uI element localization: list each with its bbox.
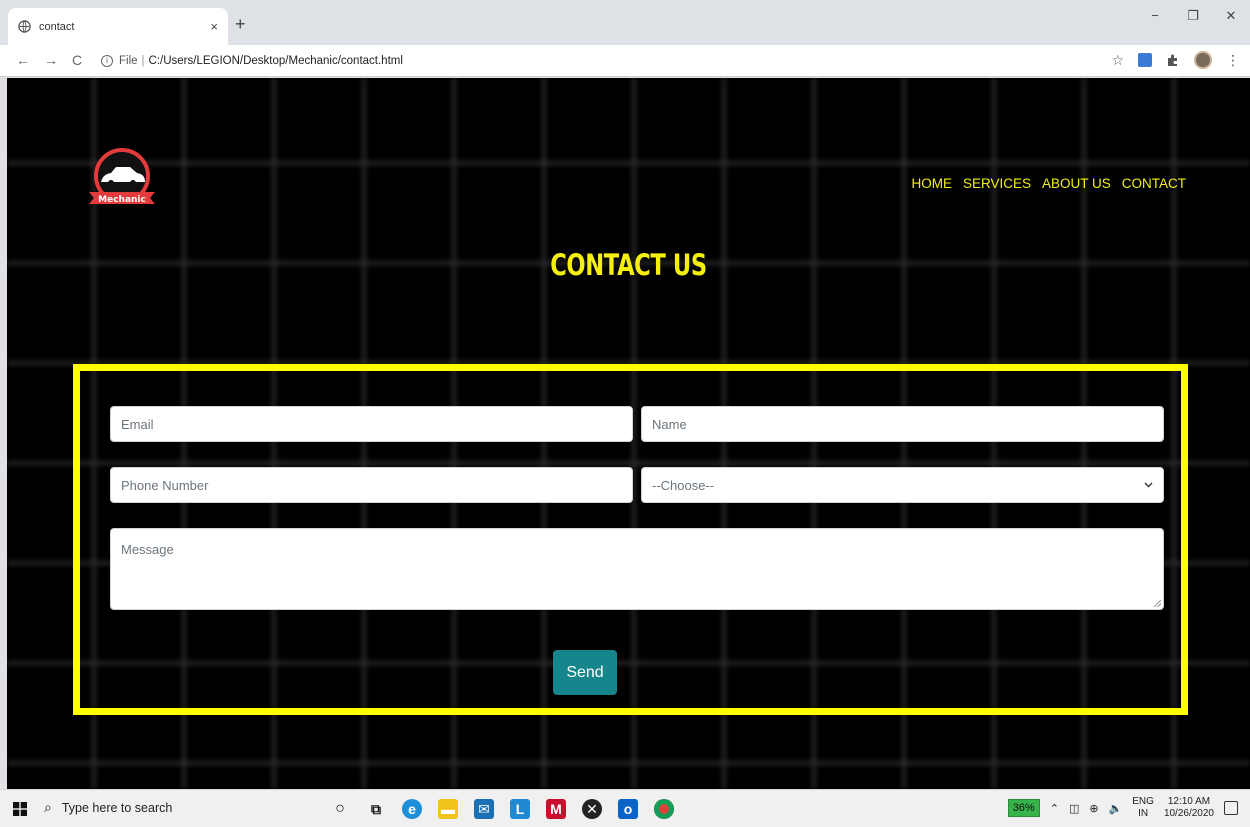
- tab-title: contact: [39, 20, 75, 33]
- nav-services-link[interactable]: SERVICES: [963, 176, 1031, 191]
- info-icon[interactable]: i: [101, 55, 113, 67]
- tab-close-icon[interactable]: ×: [210, 19, 218, 34]
- close-window-button[interactable]: ✕: [1212, 8, 1250, 24]
- volume-icon[interactable]: 🔈: [1109, 802, 1123, 815]
- email-field[interactable]: Email: [110, 406, 633, 442]
- globe-network-icon[interactable]: ⊕: [1089, 802, 1098, 815]
- browser-tabstrip: contact × + − ❐ ✕: [0, 0, 1250, 45]
- browser-tab[interactable]: contact ×: [8, 8, 228, 45]
- language-indicator[interactable]: ENG IN: [1132, 796, 1154, 820]
- notification-icon[interactable]: [1224, 801, 1238, 815]
- window-controls: − ❐ ✕: [1136, 8, 1250, 24]
- puzzle-extensions-icon[interactable]: [1166, 53, 1180, 67]
- system-tray: 36% ⌃ ◫ ⊕ 🔈 ENG IN 12:10 AM 10/26/2020: [1007, 796, 1238, 820]
- mail-icon[interactable]: ✉: [474, 799, 494, 819]
- lang-bottom: IN: [1138, 808, 1149, 819]
- clock-time: 12:10 AM: [1167, 796, 1211, 807]
- nav-about-us-link[interactable]: ABOUT US: [1042, 176, 1111, 191]
- email-placeholder: Email: [121, 416, 154, 432]
- edge-icon[interactable]: e: [402, 799, 422, 819]
- clock[interactable]: 12:10 AM 10/26/2020: [1164, 796, 1214, 820]
- phone-placeholder: Phone Number: [121, 477, 209, 493]
- page-viewport: Mechanic HOME SERVICES ABOUT US CONTACT …: [7, 78, 1250, 789]
- minimize-button[interactable]: −: [1136, 8, 1174, 24]
- resize-handle-icon[interactable]: [1154, 600, 1161, 607]
- lang-top: ENG: [1132, 796, 1154, 807]
- name-field[interactable]: Name: [641, 406, 1164, 442]
- maximize-button[interactable]: ❐: [1174, 8, 1212, 24]
- main-nav: HOME SERVICES ABOUT US CONTACT: [911, 176, 1186, 191]
- task-view-icon[interactable]: ⧉: [366, 799, 386, 819]
- back-button[interactable]: ←: [16, 52, 30, 68]
- clock-date: 10/26/2020: [1163, 808, 1214, 819]
- outlook-icon[interactable]: o: [618, 799, 638, 819]
- chevron-down-icon: [1144, 482, 1153, 488]
- file-explorer-icon[interactable]: ▬: [438, 799, 458, 819]
- message-placeholder: Message: [121, 542, 174, 557]
- forward-button[interactable]: →: [44, 52, 58, 68]
- browser-toolbar: ← → C i File | C:/Users/LEGION/Desktop/M…: [0, 45, 1250, 77]
- taskbar-apps: ○ ⧉ e ▬ ✉ L M ✕ o: [330, 799, 674, 819]
- search-icon: ⌕: [44, 799, 52, 815]
- globe-icon: [18, 20, 31, 33]
- chevron-up-icon[interactable]: ⌃: [1050, 802, 1059, 815]
- message-textarea[interactable]: Message: [110, 528, 1164, 610]
- mcafee-icon[interactable]: M: [546, 799, 566, 819]
- send-button[interactable]: Send: [553, 650, 617, 695]
- bookmark-star-icon[interactable]: ☆: [1111, 52, 1124, 69]
- store-icon[interactable]: L: [510, 799, 530, 819]
- logo-text: Mechanic: [98, 195, 146, 205]
- extension-icon[interactable]: [1138, 53, 1152, 67]
- page-title: CONTACT US: [550, 248, 707, 282]
- mechanic-logo[interactable]: Mechanic: [87, 148, 157, 218]
- taskbar-search[interactable]: ⌕ Type here to search: [44, 799, 172, 816]
- phone-number-field[interactable]: Phone Number: [110, 467, 633, 503]
- select-value: --Choose--: [652, 477, 715, 493]
- toolbar-actions: ☆ ⋮: [1111, 51, 1240, 69]
- url-separator: |: [141, 55, 145, 67]
- network-icon[interactable]: ◫: [1069, 802, 1079, 815]
- new-tab-button[interactable]: +: [235, 14, 246, 35]
- profile-avatar[interactable]: [1194, 51, 1212, 69]
- taskbar-search-placeholder: Type here to search: [61, 800, 173, 815]
- service-select[interactable]: --Choose--: [641, 467, 1164, 503]
- url-scheme: File: [119, 55, 138, 67]
- nav-contact-link[interactable]: CONTACT: [1122, 176, 1186, 191]
- address-bar[interactable]: i File | C:/Users/LEGION/Desktop/Mechani…: [101, 50, 403, 72]
- taskbar: ⌕ Type here to search ○ ⧉ e ▬ ✉ L M ✕ o …: [0, 789, 1250, 827]
- chrome-icon[interactable]: [654, 799, 674, 819]
- contact-form: Email Name Phone Number --Choose-- Messa…: [73, 364, 1188, 715]
- cortana-icon[interactable]: ○: [330, 799, 350, 819]
- nav-home-link[interactable]: HOME: [911, 176, 952, 191]
- windows-start-icon[interactable]: [13, 802, 27, 816]
- reload-button[interactable]: C: [72, 52, 82, 68]
- xbox-icon[interactable]: ✕: [582, 799, 602, 819]
- menu-icon[interactable]: ⋮: [1226, 52, 1240, 69]
- battery-indicator[interactable]: 36%: [1007, 799, 1040, 817]
- name-placeholder: Name: [652, 416, 687, 432]
- url-text: C:/Users/LEGION/Desktop/Mechanic/contact…: [148, 55, 403, 67]
